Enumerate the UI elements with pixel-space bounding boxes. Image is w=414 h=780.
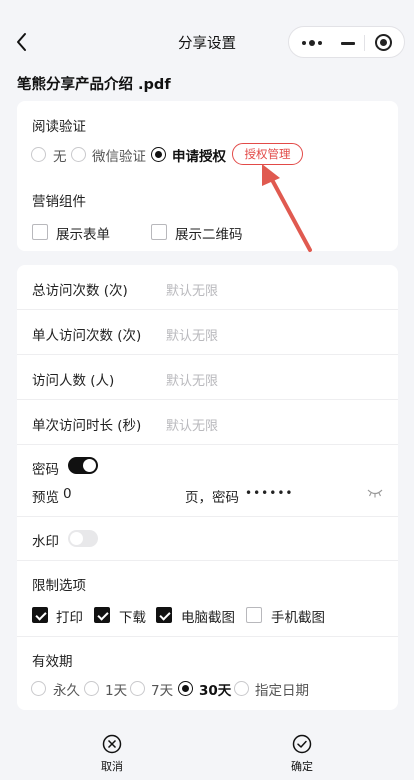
radio-custom-date-label: 指定日期 xyxy=(255,683,309,699)
password-section: 密码 预览 0 页，密码 •••••• xyxy=(17,445,398,517)
cancel-circle-icon xyxy=(102,734,122,754)
limit-row-visit-duration[interactable]: 单次访问时长 (秒) 默认无限 xyxy=(17,400,398,445)
limit-input[interactable]: 默认无限 xyxy=(166,415,218,434)
checkbox-download-label: 下载 xyxy=(119,610,146,626)
radio-none-label: 无 xyxy=(53,149,67,165)
limit-label: 总访问次数 (次) xyxy=(32,283,128,299)
settings-card: 总访问次数 (次) 默认无限 单人访问次数 (次) 默认无限 访问人数 (人) … xyxy=(17,265,398,710)
checkbox-pc-screenshot-label: 电脑截图 xyxy=(181,610,235,626)
limit-row-per-person-visits[interactable]: 单人访问次数 (次) 默认无限 xyxy=(17,310,398,355)
watermark-label: 水印 xyxy=(32,534,59,550)
validity-section: 有效期 永久 1天 7天 30天 指定日期 xyxy=(17,637,398,710)
preview-pages-input[interactable]: 0 xyxy=(63,486,72,502)
checkbox-download[interactable] xyxy=(94,607,110,623)
page-password-label: 页，密码 xyxy=(185,490,239,506)
limit-row-visitors[interactable]: 访问人数 (人) 默认无限 xyxy=(17,355,398,400)
checkbox-show-form-label: 展示表单 xyxy=(56,227,110,243)
cancel-label: 取消 xyxy=(101,760,123,773)
radio-custom-date[interactable] xyxy=(234,681,249,696)
confirm-label: 确定 xyxy=(291,760,313,773)
restrictions-section: 限制选项 打印 下载 电脑截图 手机截图 xyxy=(17,561,398,637)
capsule-divider xyxy=(364,35,365,51)
radio-1-day[interactable] xyxy=(84,681,99,696)
limit-label: 单次访问时长 (秒) xyxy=(32,418,142,434)
checkbox-mobile-screenshot-label: 手机截图 xyxy=(271,610,325,626)
limit-input[interactable]: 默认无限 xyxy=(166,325,218,344)
password-toggle[interactable] xyxy=(68,457,98,474)
minimize-icon[interactable] xyxy=(341,42,355,45)
limit-input[interactable]: 默认无限 xyxy=(166,370,218,389)
checkbox-print[interactable] xyxy=(32,607,48,623)
password-label: 密码 xyxy=(32,462,59,478)
checkbox-show-qrcode-label: 展示二维码 xyxy=(175,227,243,243)
radio-apply-authorization-label: 申请授权 xyxy=(172,149,226,165)
marketing-title: 营销组件 xyxy=(32,194,86,210)
reading-verification-title: 阅读验证 xyxy=(32,119,86,135)
radio-permanent-label: 永久 xyxy=(53,683,80,699)
radio-apply-authorization[interactable] xyxy=(151,147,166,162)
preview-label: 预览 xyxy=(32,490,59,506)
checkbox-pc-screenshot[interactable] xyxy=(156,607,172,623)
radio-wechat[interactable] xyxy=(71,147,86,162)
radio-1-day-label: 1天 xyxy=(105,683,128,699)
limit-label: 访问人数 (人) xyxy=(32,373,115,389)
annotation-arrow-icon xyxy=(262,164,312,252)
limit-label: 单人访问次数 (次) xyxy=(32,328,142,344)
checkbox-show-form[interactable] xyxy=(32,224,48,240)
checkbox-print-label: 打印 xyxy=(56,610,83,626)
radio-none[interactable] xyxy=(31,147,46,162)
validity-title: 有效期 xyxy=(32,654,73,670)
file-name: 笔熊分享产品介绍 .pdf xyxy=(17,77,171,93)
cancel-button[interactable]: 取消 xyxy=(82,734,142,774)
limit-row-total-visits[interactable]: 总访问次数 (次) 默认无限 xyxy=(17,265,398,310)
close-miniprogram-icon[interactable] xyxy=(375,34,392,51)
radio-30-days-label: 30天 xyxy=(199,683,232,699)
radio-wechat-label: 微信验证 xyxy=(92,149,146,165)
radio-permanent[interactable] xyxy=(31,681,46,696)
eye-closed-icon[interactable] xyxy=(367,488,383,498)
radio-7-days-label: 7天 xyxy=(151,683,174,699)
confirm-button[interactable]: 确定 xyxy=(272,734,332,774)
watermark-section: 水印 xyxy=(17,517,398,561)
limit-input[interactable]: 默认无限 xyxy=(166,280,218,299)
checkbox-mobile-screenshot[interactable] xyxy=(246,607,262,623)
confirm-check-icon xyxy=(292,734,312,754)
restrictions-title: 限制选项 xyxy=(32,578,86,594)
checkbox-show-qrcode[interactable] xyxy=(151,224,167,240)
verification-card: 阅读验证 无 微信验证 申请授权 授权管理 营销组件 展示表单 展示二维码 xyxy=(17,101,398,251)
password-input[interactable]: •••••• xyxy=(245,486,293,500)
miniprogram-capsule xyxy=(288,26,405,58)
watermark-toggle[interactable] xyxy=(68,530,98,547)
radio-7-days[interactable] xyxy=(130,681,145,696)
radio-30-days[interactable] xyxy=(178,681,193,696)
